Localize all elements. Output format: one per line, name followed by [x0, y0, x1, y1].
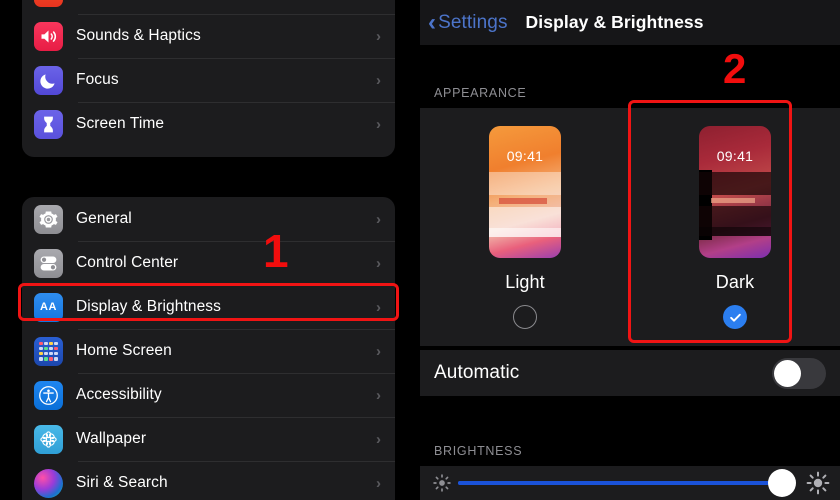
gear-icon	[34, 204, 63, 234]
chevron-right-icon: ›	[376, 298, 381, 316]
dark-theme-radio[interactable]	[723, 305, 747, 329]
appearance-card: 09:41 Light 09:41 Dark	[420, 108, 840, 346]
preview-widget-band	[699, 227, 771, 236]
sidebar-item-screen-time[interactable]: Screen Time ›	[22, 102, 395, 146]
dark-theme-preview: 09:41	[699, 126, 771, 258]
sidebar-item-label: Wallpaper	[76, 430, 147, 447]
brightness-card	[420, 466, 840, 500]
chevron-right-icon: ›	[376, 386, 381, 404]
theme-label: Dark	[715, 272, 755, 292]
sidebar-item-label: Accessibility	[76, 386, 162, 403]
annotation-number-2: 2	[723, 45, 747, 92]
sidebar-item-label: Display & Brightness	[76, 298, 222, 315]
chevron-right-icon: ›	[376, 210, 381, 228]
aa-text-icon: AA	[34, 292, 63, 322]
settings-group-notifications: Notifications › Sounds & Haptics › Focus…	[22, 0, 395, 157]
moon-icon	[34, 65, 63, 95]
navigation-bar: ‹ Settings Display & Brightness	[420, 0, 840, 45]
brightness-section-header: BRIGHTNESS	[434, 444, 523, 458]
chevron-right-icon: ›	[376, 254, 381, 272]
brightness-slider-knob[interactable]	[768, 469, 796, 497]
sidebar-item-label: Notifications	[76, 0, 162, 1]
sidebar-item-notifications[interactable]: Notifications ›	[22, 0, 395, 14]
sidebar-item-label: Sounds & Haptics	[76, 27, 201, 44]
preview-widget-band	[489, 172, 561, 195]
bell-icon	[34, 0, 63, 7]
theme-options: 09:41 Light 09:41 Dark	[420, 108, 840, 346]
sidebar-item-label: Focus	[76, 71, 119, 88]
chevron-right-icon: ›	[376, 27, 381, 45]
chevron-right-icon: ›	[376, 430, 381, 448]
chevron-right-icon: ›	[376, 342, 381, 360]
sidebar-item-label: Control Center	[76, 254, 179, 271]
brightness-slider[interactable]	[458, 469, 796, 497]
small-sun-icon	[432, 473, 452, 493]
automatic-toggle[interactable]	[772, 357, 826, 389]
large-sun-icon	[806, 471, 830, 495]
screenshot-root: Notifications › Sounds & Haptics › Focus…	[0, 0, 840, 500]
brightness-slider-fill	[458, 481, 782, 485]
appearance-section-header: APPEARANCE	[434, 86, 527, 100]
preview-widget-band	[699, 206, 771, 227]
chevron-right-icon: ›	[376, 474, 381, 492]
chevron-left-icon: ‹	[428, 8, 437, 36]
hourglass-icon	[34, 109, 63, 139]
row-divider	[78, 14, 395, 15]
preview-widget-band	[489, 207, 561, 228]
back-button[interactable]: ‹ Settings	[428, 8, 508, 36]
sidebar-item-general[interactable]: General ›	[22, 197, 395, 241]
preview-widget-band	[711, 198, 755, 203]
row-divider	[78, 329, 395, 330]
accessibility-person-icon	[34, 380, 63, 410]
preview-widget-band	[489, 228, 561, 237]
preview-time: 09:41	[506, 148, 544, 164]
annotation-number-1: 1	[263, 225, 289, 277]
page-title: Display & Brightness	[525, 12, 704, 32]
theme-option-light[interactable]: 09:41 Light	[420, 108, 630, 346]
row-divider	[78, 102, 395, 103]
theme-label: Light	[505, 272, 545, 292]
sidebar-item-label: Home Screen	[76, 342, 172, 359]
speaker-icon	[34, 21, 63, 51]
automatic-label: Automatic	[434, 362, 520, 383]
preview-widget-band	[499, 198, 547, 204]
row-divider	[78, 461, 395, 462]
toggles-icon	[34, 248, 63, 278]
aa-icon-label: AA	[40, 300, 57, 313]
siri-orb-icon	[34, 468, 63, 498]
chevron-right-icon: ›	[376, 71, 381, 89]
row-divider	[78, 58, 395, 59]
preview-time: 09:41	[716, 148, 754, 164]
back-button-label: Settings	[438, 11, 508, 33]
row-divider	[78, 373, 395, 374]
sidebar-item-accessibility[interactable]: Accessibility ›	[22, 373, 395, 417]
sidebar-item-control-center[interactable]: Control Center ›	[22, 241, 395, 285]
sidebar-item-focus[interactable]: Focus ›	[22, 58, 395, 102]
sidebar-item-label: Screen Time	[76, 115, 165, 132]
row-divider	[78, 417, 395, 418]
chevron-right-icon: ›	[376, 115, 381, 133]
settings-list-panel: Notifications › Sounds & Haptics › Focus…	[0, 0, 415, 500]
light-theme-preview: 09:41	[489, 126, 561, 258]
sidebar-item-wallpaper[interactable]: Wallpaper ›	[22, 417, 395, 461]
sidebar-item-display-brightness[interactable]: AA Display & Brightness ›	[22, 285, 395, 329]
sidebar-item-label: General	[76, 210, 132, 227]
settings-group-system: General › Control Center › AA Display & …	[22, 197, 395, 500]
checkmark-icon	[729, 313, 741, 322]
app-grid-icon	[34, 336, 63, 366]
sidebar-item-sounds-haptics[interactable]: Sounds & Haptics ›	[22, 14, 395, 58]
row-divider	[78, 241, 395, 242]
sidebar-item-siri-search[interactable]: Siri & Search ›	[22, 461, 395, 500]
theme-option-dark[interactable]: 09:41 Dark	[630, 108, 840, 346]
sidebar-item-home-screen[interactable]: Home Screen ›	[22, 329, 395, 373]
display-brightness-panel: ‹ Settings Display & Brightness APPEARAN…	[420, 0, 840, 500]
automatic-row[interactable]: Automatic	[420, 350, 840, 396]
app-grid-cells	[39, 341, 58, 361]
toggle-knob	[774, 359, 801, 387]
preview-widget-band	[699, 172, 771, 195]
row-divider	[78, 285, 395, 286]
flower-icon	[34, 424, 63, 454]
sidebar-item-label: Siri & Search	[76, 474, 168, 491]
light-theme-radio[interactable]	[513, 305, 537, 329]
